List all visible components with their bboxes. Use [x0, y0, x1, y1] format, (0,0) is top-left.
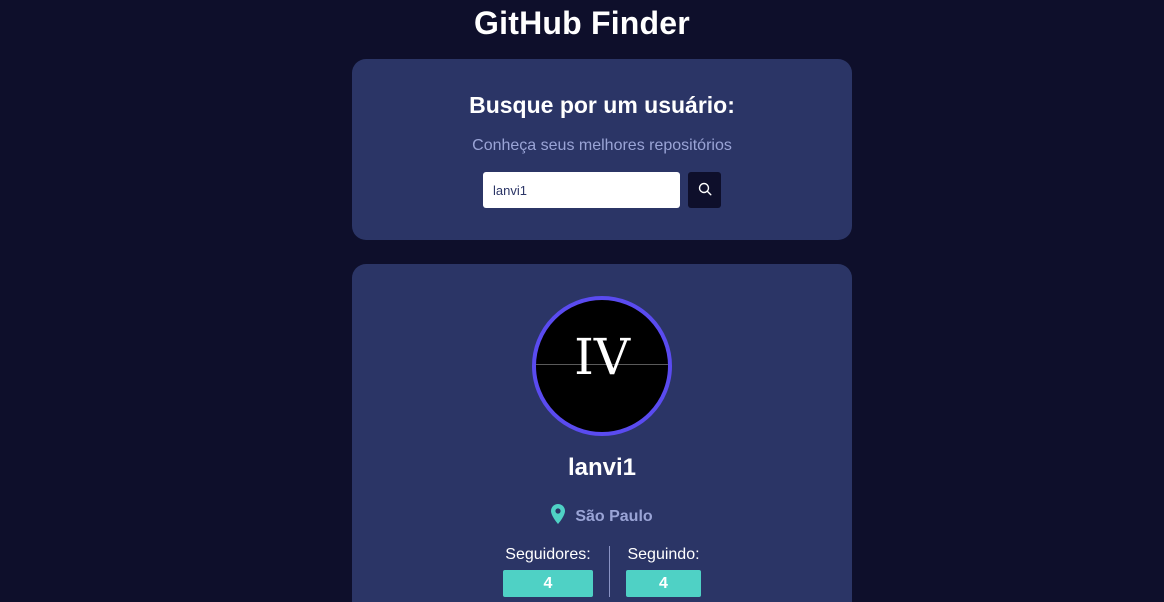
- profile-card: IV lanvi1 São Paulo Seguidores: 4 Seguin…: [352, 264, 852, 602]
- following-stat: Seguindo: 4: [610, 546, 701, 597]
- following-label: Seguindo:: [627, 546, 700, 563]
- search-heading: Busque por um usuário:: [469, 92, 735, 118]
- search-button[interactable]: [688, 172, 721, 208]
- map-pin-icon: [551, 504, 566, 529]
- followers-count: 4: [503, 570, 593, 597]
- profile-location: São Paulo: [352, 504, 852, 529]
- location-text: São Paulo: [575, 507, 653, 525]
- app-root: GitHub Finder Busque por um usuário: Con…: [0, 0, 1164, 602]
- search-input[interactable]: [483, 172, 680, 208]
- avatar-monogram: IV: [574, 328, 630, 386]
- followers-label: Seguidores:: [505, 546, 591, 563]
- profile-username: lanvi1: [567, 454, 637, 481]
- search-subtitle: Conheça seus melhores repositórios: [472, 137, 732, 154]
- app-title: GitHub Finder: [474, 5, 690, 41]
- following-count: 4: [626, 570, 701, 597]
- search-card: Busque por um usuário: Conheça seus melh…: [352, 59, 852, 240]
- followers-stat: Seguidores: 4: [503, 546, 610, 597]
- profile-stats: Seguidores: 4 Seguindo: 4: [352, 546, 852, 597]
- search-icon: [698, 182, 712, 199]
- search-row: [483, 172, 721, 208]
- avatar: IV: [532, 296, 672, 436]
